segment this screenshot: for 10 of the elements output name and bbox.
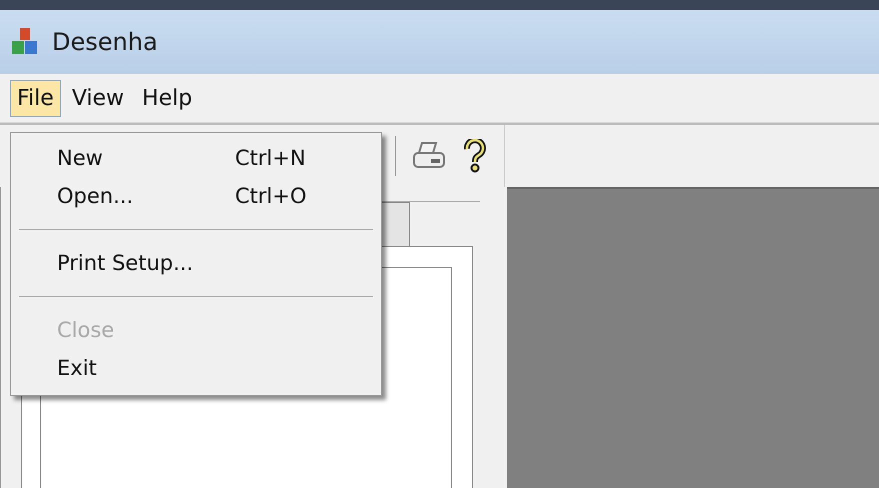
menu-entry[interactable]: Print Setup... xyxy=(15,244,377,282)
menu-item[interactable]: View xyxy=(64,80,132,116)
app-icon xyxy=(12,28,38,56)
help-icon[interactable] xyxy=(464,139,486,173)
menu-entry[interactable]: Exit xyxy=(15,349,377,387)
menu-entry[interactable]: Open... Ctrl+O xyxy=(15,177,377,215)
menu-item[interactable]: Help xyxy=(135,80,200,116)
window-title: Desenha xyxy=(52,28,158,56)
menu-entry[interactable]: New Ctrl+N xyxy=(15,139,377,177)
menu-item[interactable]: File xyxy=(10,80,61,116)
